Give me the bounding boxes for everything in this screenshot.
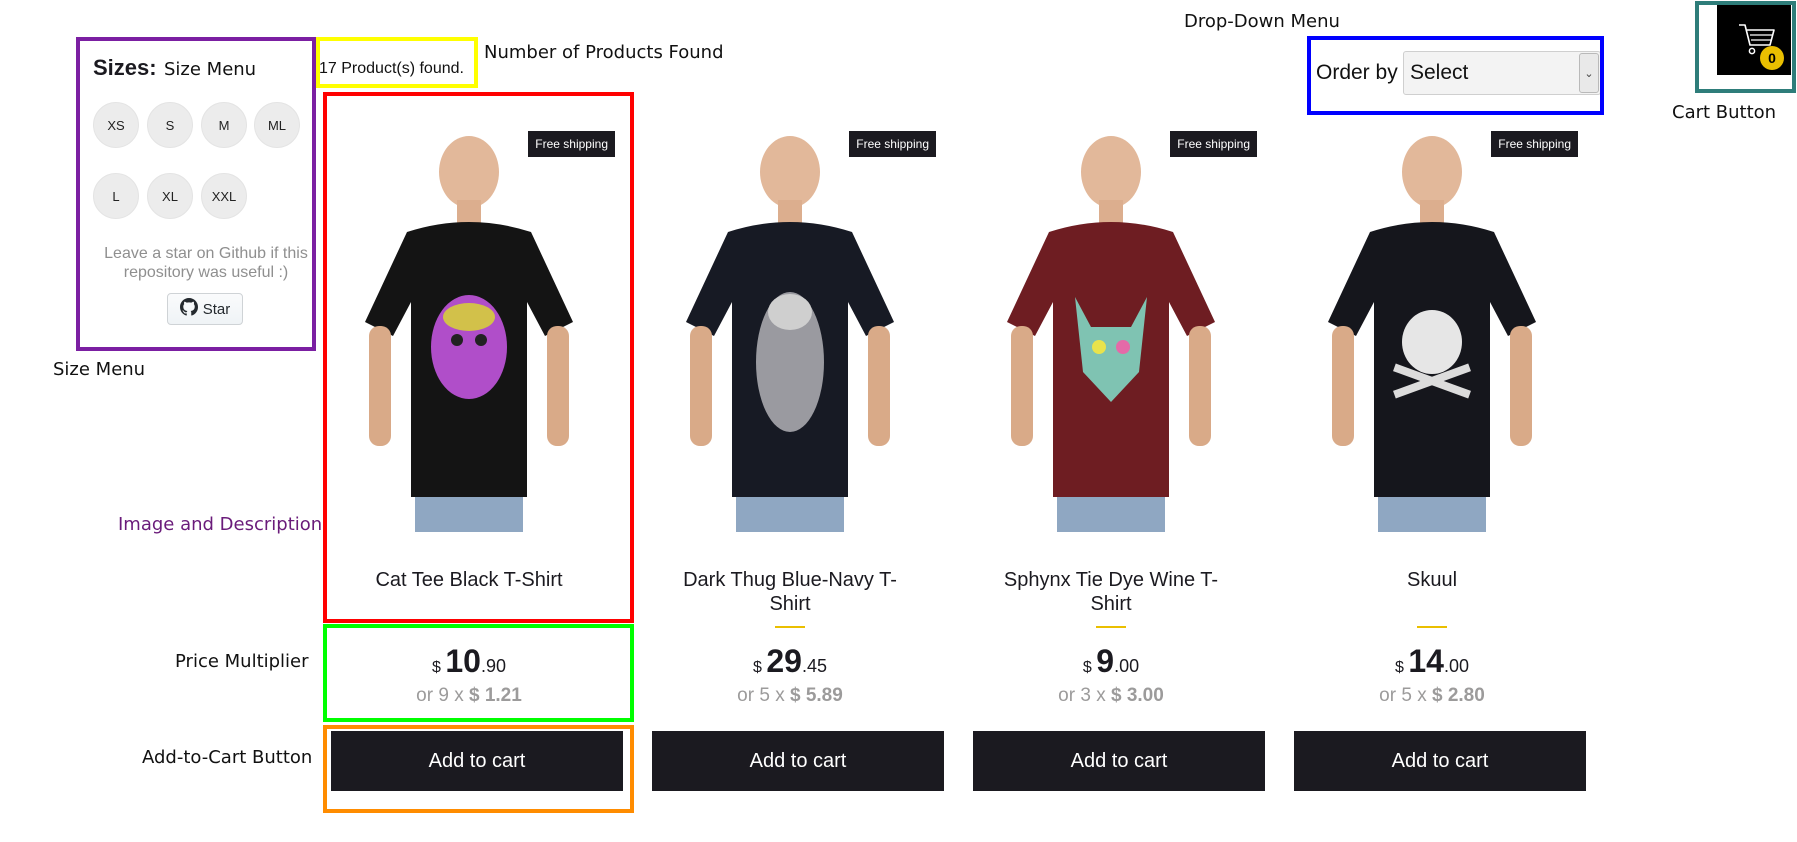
installment-info: or 5 x $ 5.89 [644, 685, 936, 707]
price-integer: 14 [1408, 643, 1444, 679]
product-price: $ 29.45 [644, 643, 936, 680]
annotation-box-add-to-cart [323, 725, 634, 813]
add-to-cart-button[interactable]: Add to cart [1294, 731, 1586, 791]
installment-value: $ 5.89 [789, 685, 843, 706]
price-currency: $ [1082, 659, 1092, 676]
annotation-image-description: Image and Description [118, 514, 323, 535]
installment-prefix: or 5 x [737, 685, 785, 706]
product-image[interactable] [658, 112, 922, 532]
annotation-add-to-cart: Add-to-Cart Button [142, 747, 313, 768]
price-currency: $ [1395, 659, 1404, 676]
price-decimal: .45 [801, 656, 827, 676]
add-to-cart-button[interactable]: Add to cart [973, 731, 1265, 791]
product-title: Skuul [1406, 569, 1458, 591]
annotation-box-cart [1695, 1, 1796, 93]
installment-info: or 5 x $ 2.80 [1286, 685, 1578, 707]
installment-info: or 3 x $ 3.00 [965, 685, 1257, 707]
price-decimal: .00 [1443, 656, 1469, 676]
annotation-size-menu-side: Size Menu [53, 359, 146, 380]
free-shipping-tag: Free shipping [1170, 131, 1257, 157]
annotation-dropdown: Drop-Down Menu [1184, 11, 1340, 32]
annotation-products-found: Number of Products Found [484, 42, 724, 63]
product-image[interactable] [979, 112, 1243, 532]
product-price: $ 14.00 [1286, 643, 1578, 680]
product-image[interactable] [1300, 112, 1564, 532]
product-price: $ 9.00 [965, 643, 1257, 680]
title-divider [1096, 626, 1126, 628]
price-decimal: .00 [1114, 656, 1140, 676]
free-shipping-tag: Free shipping [1491, 131, 1578, 157]
annotation-box-dropdown [1307, 36, 1604, 115]
annotation-box-size-menu [76, 37, 316, 351]
annotation-box-image-description [323, 92, 634, 623]
price-integer: 29 [766, 643, 802, 679]
product-title: Sphynx Tie Dye Wine T-Shirt [1003, 569, 1219, 615]
installment-value: $ 3.00 [1110, 685, 1164, 706]
free-shipping-tag: Free shipping [849, 131, 936, 157]
price-integer: 9 [1096, 643, 1115, 679]
installment-value: $ 2.80 [1431, 685, 1485, 706]
annotation-cart-button: Cart Button [1672, 102, 1777, 123]
title-divider [1417, 626, 1447, 628]
price-currency: $ [753, 659, 762, 676]
annotation-price-multiplier: Price Multiplier [175, 651, 309, 672]
annotation-box-price [323, 624, 634, 722]
annotation-box-products-found [316, 37, 478, 88]
installment-prefix: or 3 x [1058, 685, 1106, 706]
add-to-cart-button[interactable]: Add to cart [652, 731, 944, 791]
product-title: Dark Thug Blue-Navy T-Shirt [683, 569, 897, 615]
installment-prefix: or 5 x [1379, 685, 1427, 706]
title-divider [775, 626, 805, 628]
